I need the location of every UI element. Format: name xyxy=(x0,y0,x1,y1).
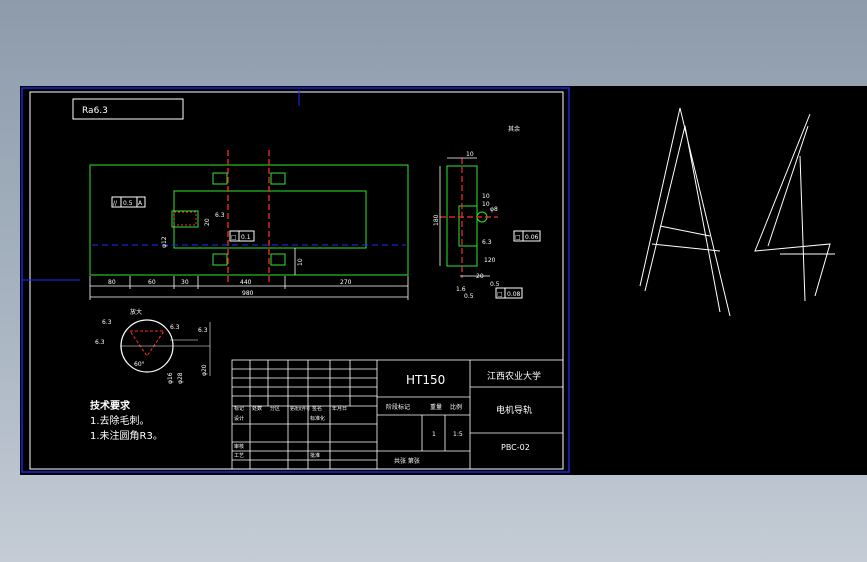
title-std-label: 标准化 xyxy=(310,415,325,422)
title-row-count: 处数 xyxy=(252,405,262,412)
dim-10-side-b: 10 xyxy=(482,193,490,200)
title-material: HT150 xyxy=(406,373,445,387)
detail-phi-c: φ20 xyxy=(201,364,208,376)
front-view xyxy=(89,164,409,276)
dim-20-front: 20 xyxy=(204,218,211,226)
front-hatch xyxy=(173,211,197,226)
dim-10-side-c: 10 xyxy=(482,201,490,208)
tol-frame-4: □ 0.08 xyxy=(495,287,523,299)
tol4-symbol: □ xyxy=(497,291,503,298)
detail-angle: 60° xyxy=(134,361,145,368)
dim-20-side: 20 xyxy=(476,273,484,280)
tol2-value: 0.1 xyxy=(241,234,251,241)
global-roughness-label: 其余 xyxy=(508,125,520,133)
dim-05-side: 0.5 xyxy=(464,293,474,300)
dim-m12-front: φ12 xyxy=(161,236,168,248)
dim-30: 30 xyxy=(181,279,189,286)
tol3-value: 0.06 xyxy=(525,234,539,241)
title-stage-label: 阶段标记 xyxy=(386,403,410,411)
title-school: 江西农业大学 xyxy=(487,370,541,382)
title-row-sign: 签名 xyxy=(312,405,322,412)
dim-60: 60 xyxy=(148,279,156,286)
detail-roughness-b: 6.3 xyxy=(170,324,180,331)
dim-270: 270 xyxy=(340,279,352,286)
detail-label: 放大 xyxy=(130,308,142,316)
side-view xyxy=(446,165,488,267)
dim-80: 80 xyxy=(108,279,116,286)
cad-viewport[interactable]: Ra6.3 其余 80 60 30 440 270 980 10 20 φ12 … xyxy=(20,86,867,475)
detail-phi-b: φ28 xyxy=(177,372,184,384)
dim-440: 440 xyxy=(240,279,252,286)
dim-05b-side: 0.5 xyxy=(490,281,500,288)
title-row-mark: 标记 xyxy=(234,405,244,412)
title-weight-label: 重量 xyxy=(430,403,442,411)
roughness-box-label: Ra6.3 xyxy=(82,106,108,116)
title-row-zone: 分区 xyxy=(270,405,280,412)
tol2-symbol: □ xyxy=(231,234,237,241)
dim-180-side: 180 xyxy=(433,214,440,226)
roughness-63-front: 6.3 xyxy=(215,212,225,219)
tol4-value: 0.08 xyxy=(507,291,521,298)
a4-label: A4 xyxy=(720,384,722,387)
detail-roughness-d: 6.3 xyxy=(198,327,208,334)
notes-line1: 1.去除毛刺。 xyxy=(90,414,150,427)
notes-title: 技术要求 xyxy=(90,399,131,412)
outer-border xyxy=(21,87,570,473)
title-weight-val: 1 xyxy=(432,431,436,438)
detail-phi-a: φ16 xyxy=(167,372,174,384)
front-view-centerlines xyxy=(227,150,270,282)
title-scale-val: 1:5 xyxy=(453,431,463,438)
title-design-label: 设计 xyxy=(234,415,244,422)
title-scale-label: 比例 xyxy=(450,403,462,411)
title-row-change: 更改文件号 xyxy=(290,405,310,411)
detail-roughness-c: 6.3 xyxy=(102,319,112,326)
roughness-63-side: 6.3 xyxy=(482,239,492,246)
detail-roughness-a: 6.3 xyxy=(95,339,105,346)
dim-10-side-a: 10 xyxy=(466,151,474,158)
tol1-datum: A xyxy=(138,200,143,207)
roughness-16-side: 1.6 xyxy=(456,286,466,293)
title-approve-label: 批准 xyxy=(310,452,320,459)
tol-frame-3: □ 0.06 xyxy=(513,230,541,242)
title-row-date: 年月日 xyxy=(332,405,347,412)
dim-980: 980 xyxy=(242,290,254,297)
title-part-name: 电机导轨 xyxy=(496,404,532,416)
notes-line2: 1.未注圆角R3。 xyxy=(90,429,163,442)
dim-phi8-side: φ8 xyxy=(490,206,498,213)
dim-10-front: 10 xyxy=(297,258,304,266)
a4-wireframe xyxy=(639,107,835,317)
tol-frame-2: □ 0.1 xyxy=(229,230,255,242)
title-review-label: 审核 xyxy=(234,443,244,450)
title-sheets-label: 共张 第张 xyxy=(394,457,420,465)
tol3-symbol: □ xyxy=(515,234,521,241)
title-drawing-no: PBC-02 xyxy=(501,443,530,452)
drawing-canvas: Ra6.3 其余 80 60 30 440 270 980 10 20 φ12 … xyxy=(21,87,835,473)
title-craft-label: 工艺 xyxy=(234,453,244,459)
tol-frame-1: // 0.5 A xyxy=(111,196,146,208)
dim-120-side: 120 xyxy=(484,257,496,264)
tol1-symbol: // xyxy=(113,200,118,207)
tol1-value: 0.5 xyxy=(123,200,133,207)
